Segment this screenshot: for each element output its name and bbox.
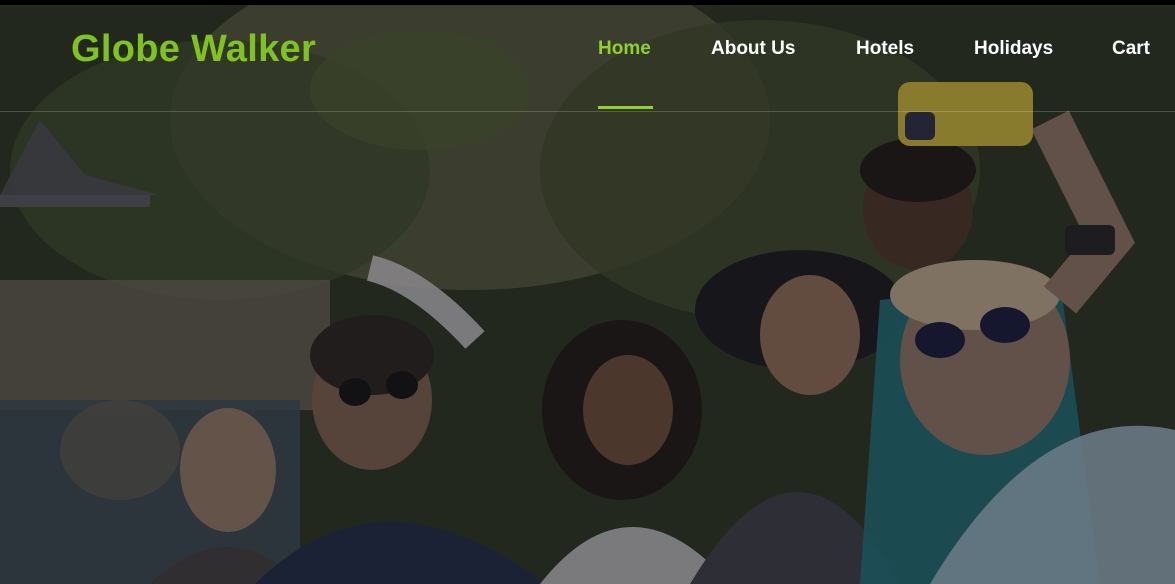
nav-link-about-us[interactable]: About Us [711, 38, 795, 60]
nav-link-hotels[interactable]: Hotels [856, 38, 914, 60]
nav-link-holidays[interactable]: Holidays [974, 38, 1053, 60]
main-navigation: Home About Us Hotels Holidays Cart [0, 38, 1175, 68]
nav-link-home[interactable]: Home [598, 38, 651, 60]
active-nav-indicator [598, 106, 653, 109]
hero-section: Globe Walker Home About Us Hotels Holida… [0, 0, 1175, 584]
nav-link-cart[interactable]: Cart [1112, 38, 1150, 60]
header-divider [0, 111, 1175, 112]
hero-dark-overlay [0, 0, 1175, 584]
browser-top-edge [0, 0, 1175, 5]
